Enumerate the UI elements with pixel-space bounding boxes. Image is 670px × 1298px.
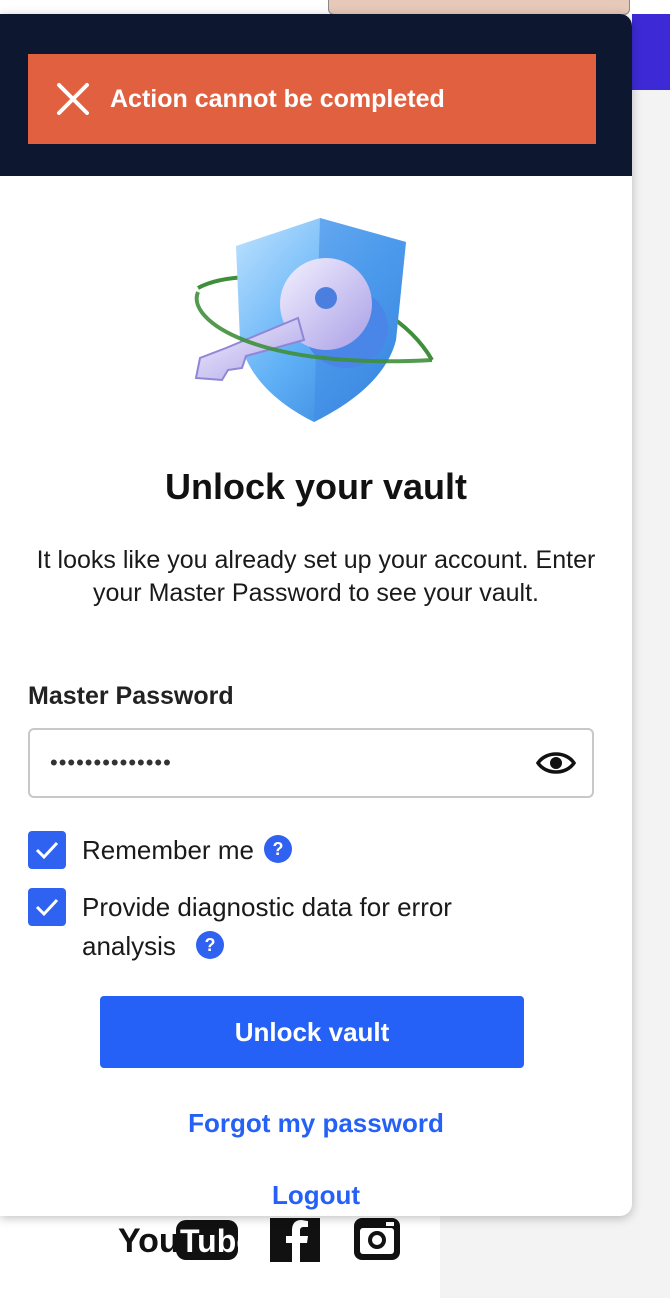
popup-header: Action cannot be completed (0, 14, 632, 176)
help-icon[interactable]: ? (195, 931, 224, 960)
close-icon[interactable] (56, 82, 90, 116)
checkmark-icon (35, 841, 59, 860)
unlock-vault-button[interactable]: Unlock vault (100, 996, 524, 1068)
facebook-icon[interactable] (270, 1216, 320, 1262)
password-value[interactable]: •••••••••••••• (50, 750, 536, 776)
background-image-fragment (328, 0, 630, 15)
page-title: Unlock your vault (164, 466, 468, 507)
diagnostics-option: Provide diagnostic data for error analys… (28, 888, 548, 966)
diagnostics-label: Provide diagnostic data for error analys… (82, 888, 522, 966)
password-label: Master Password (28, 682, 234, 710)
forgot-password-link[interactable]: Forgot my password (0, 1108, 632, 1139)
svg-text:Tube: Tube (180, 1223, 238, 1259)
eye-icon[interactable] (536, 749, 576, 777)
error-toast: Action cannot be completed (28, 54, 596, 144)
checkmark-icon (35, 898, 59, 917)
logout-link[interactable]: Logout (0, 1180, 632, 1211)
youtube-icon[interactable]: You Tube (118, 1216, 238, 1262)
vault-popup: Action cannot be completed Unlock your v… (0, 14, 632, 1216)
shield-key-icon (194, 218, 434, 422)
vault-description: It looks like you already set up your ac… (36, 546, 596, 607)
background-banner-fragment (632, 14, 670, 92)
svg-text:You: You (118, 1222, 180, 1260)
remember-me-checkbox[interactable] (28, 831, 66, 869)
diagnostics-checkbox[interactable] (28, 888, 66, 926)
master-password-field[interactable]: •••••••••••••• (28, 728, 594, 798)
social-links: You Tube (118, 1214, 402, 1264)
remember-me-text: Remember me (82, 835, 254, 865)
toast-message: Action cannot be completed (110, 84, 445, 113)
help-icon[interactable]: ? (263, 835, 292, 864)
remember-me-option: Remember me? (28, 831, 292, 870)
instagram-icon[interactable] (352, 1216, 402, 1262)
remember-me-label: Remember me? (82, 831, 292, 870)
diagnostics-text: Provide diagnostic data for error analys… (82, 892, 452, 961)
